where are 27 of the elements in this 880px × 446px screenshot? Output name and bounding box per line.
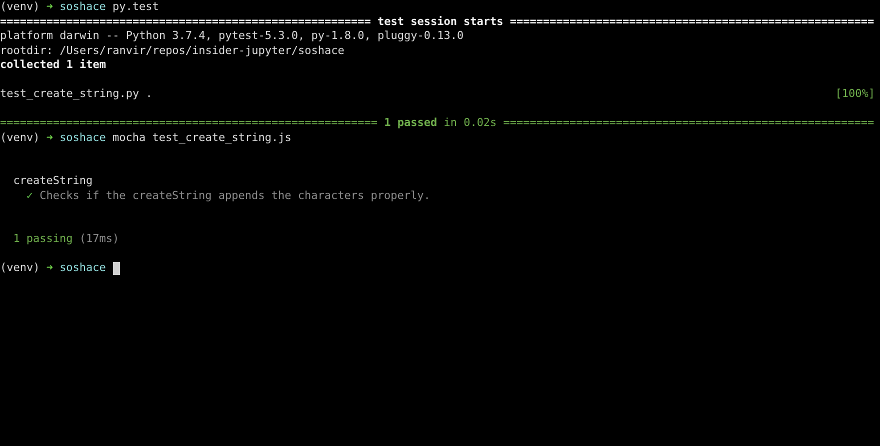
directory-name: soshace — [60, 0, 106, 14]
venv-label: (venv) — [0, 261, 40, 276]
separator-rule: ======================================================== — [503, 116, 874, 130]
check-icon: ✓ — [26, 188, 34, 203]
passing-count: 1 passing — [13, 232, 73, 246]
command-text: mocha test_create_string.js — [112, 130, 292, 145]
directory-name: soshace — [60, 261, 106, 276]
test-file-name: test_create_string.py . — [0, 87, 152, 102]
section-title: 1 passed in 0.02s — [384, 116, 497, 130]
test-description: Checks if the createString appends the characters properly. — [40, 188, 430, 203]
separator-rule: ======================================================== — [0, 14, 371, 29]
output-text: platform darwin -- Python 3.7.4, pytest-5.3.0, py-1.8.0, pluggy-0.13.0 — [0, 29, 464, 44]
command-text: py.test — [112, 0, 159, 14]
duration-text: (17ms) — [79, 232, 120, 246]
arrow-icon: ➜ — [46, 130, 53, 145]
progress-percent: [100%] — [835, 87, 875, 102]
output-text: collected 1 item — [0, 58, 106, 72]
separator-rule: ========================================================= — [0, 116, 378, 130]
suite-title: createString — [13, 174, 93, 188]
venv-label: (venv) — [0, 0, 40, 14]
section-title: test session starts — [377, 14, 504, 29]
separator-rule: ======================================================= — [510, 14, 874, 29]
arrow-icon: ➜ — [46, 0, 53, 14]
directory-name: soshace — [60, 130, 106, 145]
arrow-icon: ➜ — [46, 261, 53, 276]
output-text: rootdir: /Users/ranvir/repos/insider-jupyter/soshace — [0, 44, 344, 58]
venv-label: (venv) — [0, 130, 40, 145]
